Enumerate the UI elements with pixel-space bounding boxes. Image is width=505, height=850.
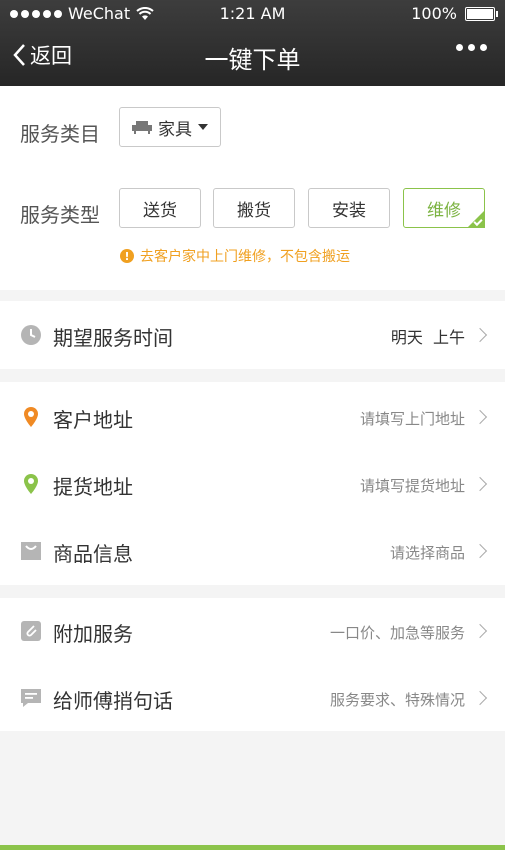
- chevron-right-icon: [472, 409, 488, 425]
- chevron-right-icon: [472, 623, 488, 639]
- pickup-address-row[interactable]: 提货地址 请填写提货地址: [0, 451, 505, 517]
- row-title: 给师傅捎句话: [53, 689, 173, 713]
- option-label: 送货: [143, 200, 177, 221]
- sofa-icon: [132, 121, 152, 134]
- chevron-right-icon: [472, 543, 488, 559]
- service-type-hint: ! 去客户家中上门维修，不包含搬运: [120, 246, 350, 266]
- chevron-right-icon: [472, 327, 488, 343]
- bottom-accent-bar: [0, 845, 505, 850]
- row-title: 商品信息: [53, 542, 133, 566]
- nav-bar: 返回 一键下单: [0, 28, 505, 86]
- caret-down-icon: [198, 124, 208, 130]
- row-title: 附加服务: [53, 622, 133, 646]
- info-icon: !: [120, 249, 134, 263]
- row-value: 请填写提货地址: [359, 477, 465, 495]
- row-value: 请选择商品: [389, 544, 465, 562]
- battery-info: 100%: [411, 4, 498, 23]
- chevron-right-icon: [472, 476, 488, 492]
- battery-percent: 100%: [411, 4, 457, 23]
- service-type-option-moving[interactable]: 搬货: [213, 188, 295, 228]
- message-to-worker-row[interactable]: 给师傅捎句话 服务要求、特殊情况: [0, 665, 505, 731]
- expected-time-row[interactable]: 期望服务时间 明天 上午: [0, 302, 505, 368]
- option-label: 搬货: [237, 200, 271, 221]
- service-category-label: 服务类目: [20, 122, 100, 146]
- service-type-option-install[interactable]: 安装: [308, 188, 390, 228]
- location-pin-orange-icon: [24, 407, 38, 427]
- clock-icon: [21, 325, 41, 345]
- product-info-row[interactable]: 商品信息 请选择商品: [0, 518, 505, 584]
- shopping-bag-icon: [21, 542, 41, 560]
- row-value: 请填写上门地址: [359, 410, 465, 428]
- service-type-option-delivery[interactable]: 送货: [119, 188, 201, 228]
- row-value: 明天 上午: [390, 328, 465, 347]
- row-title: 期望服务时间: [53, 326, 173, 350]
- status-bar: WeChat 1:21 AM 100%: [0, 0, 505, 28]
- category-dropdown[interactable]: 家具: [119, 107, 221, 147]
- option-label: 维修: [427, 200, 461, 221]
- service-type-label: 服务类型: [20, 203, 100, 227]
- checkmark-icon: [467, 210, 485, 228]
- category-selected: 家具: [158, 119, 192, 140]
- row-title: 提货地址: [53, 475, 133, 499]
- top-bar: WeChat 1:21 AM 100% 返回 一键下单: [0, 0, 505, 86]
- row-value: 服务要求、特殊情况: [329, 691, 465, 709]
- additional-service-row[interactable]: 附加服务 一口价、加急等服务: [0, 598, 505, 664]
- hint-text: 去客户家中上门维修，不包含搬运: [140, 249, 350, 265]
- paperclip-icon: [21, 621, 41, 641]
- more-button[interactable]: [456, 44, 487, 51]
- customer-address-row[interactable]: 客户地址 请填写上门地址: [0, 384, 505, 450]
- option-label: 安装: [332, 200, 366, 221]
- row-title: 客户地址: [53, 408, 133, 432]
- location-pin-green-icon: [24, 474, 38, 494]
- service-type-option-repair[interactable]: 维修: [403, 188, 485, 228]
- battery-icon: [465, 6, 498, 21]
- message-icon: [21, 689, 41, 707]
- chevron-right-icon: [472, 690, 488, 706]
- row-value: 一口价、加急等服务: [329, 624, 465, 642]
- page-title: 一键下单: [204, 46, 301, 74]
